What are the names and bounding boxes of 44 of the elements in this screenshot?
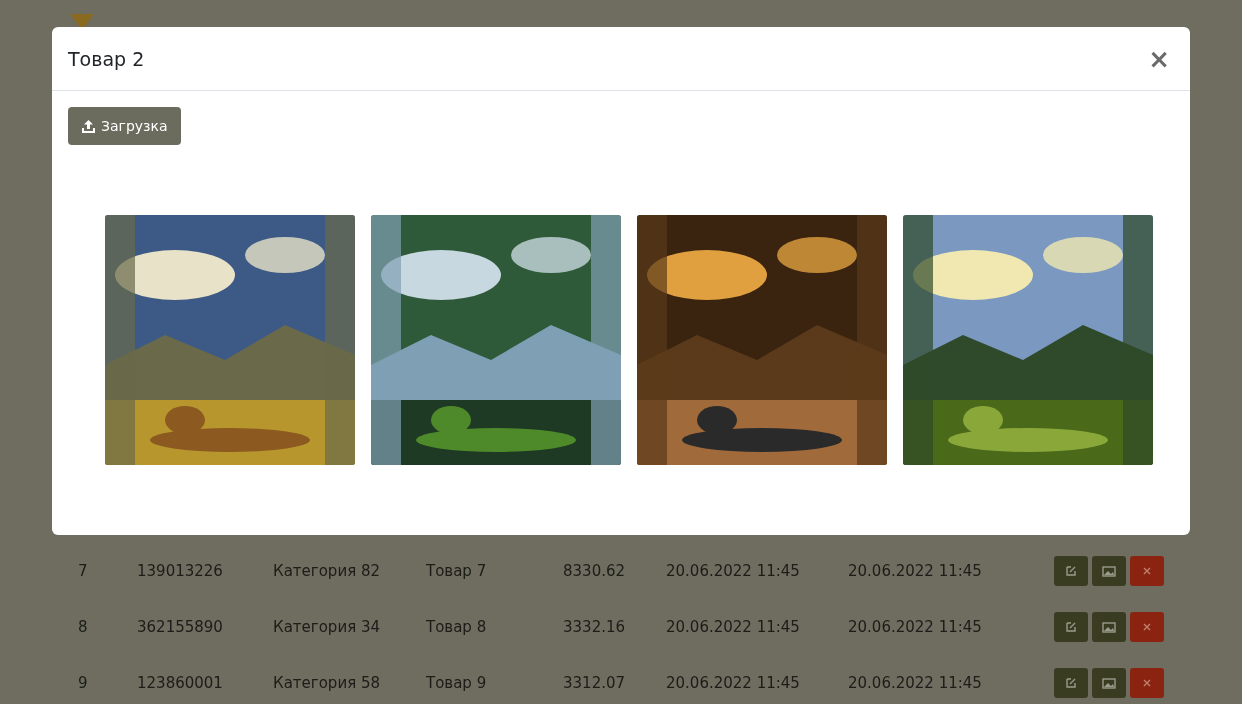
edit-button[interactable] [1054, 612, 1088, 642]
close-icon [1142, 566, 1152, 576]
image-button[interactable] [1092, 556, 1126, 586]
edit-icon [1065, 677, 1077, 689]
table-cell-text: 7 [78, 562, 89, 580]
table-cell-text: 20.06.2022 11:45 [848, 562, 983, 580]
table-cell-text: 139013226 [137, 562, 224, 580]
table-cell-text: Категория 58 [273, 674, 381, 692]
edit-icon [1065, 565, 1077, 577]
image-button[interactable] [1092, 668, 1126, 698]
table-cell-text: 20.06.2022 11:45 [666, 618, 801, 636]
table-cell-text: 123860001 [137, 674, 224, 692]
table-cell-text: Категория 82 [273, 562, 381, 580]
table-cell-text: 20.06.2022 11:45 [666, 674, 801, 692]
table-cell-text: Категория 34 [273, 618, 381, 636]
delete-button[interactable] [1130, 668, 1164, 698]
table-cell-text: 8 [78, 618, 89, 636]
table-cell-text: Товар 9 [426, 674, 488, 692]
table-cell-text: Товар 8 [426, 618, 488, 636]
table-cell-text: 9 [78, 674, 89, 692]
table-cell-text: 3312.07 [563, 674, 627, 692]
table-cell-text: 362155890 [137, 618, 224, 636]
edit-button[interactable] [1054, 556, 1088, 586]
logo-icon [70, 14, 94, 30]
image-icon [1102, 621, 1116, 633]
table-cell-text: 3332.16 [563, 618, 627, 636]
table-cell-text: 20.06.2022 11:45 [848, 618, 983, 636]
close-button[interactable]: × [1144, 45, 1174, 72]
table-cell-text: 20.06.2022 11:45 [666, 562, 801, 580]
delete-button[interactable] [1130, 612, 1164, 642]
modal-title: Товар 2 [68, 47, 145, 70]
upload-button[interactable]: Загрузка [68, 107, 181, 145]
edit-button[interactable] [1054, 668, 1088, 698]
table-cell-text: Товар 7 [426, 562, 488, 580]
image-button[interactable] [1092, 612, 1126, 642]
edit-icon [1065, 621, 1077, 633]
close-icon [1142, 678, 1152, 688]
upload-icon [81, 118, 96, 134]
table-cell-text: 20.06.2022 11:45 [848, 674, 983, 692]
close-icon [1142, 622, 1152, 632]
table-cell-text: 8330.62 [563, 562, 627, 580]
image-icon [1102, 677, 1116, 689]
image-icon [1102, 565, 1116, 577]
delete-button[interactable] [1130, 556, 1164, 586]
